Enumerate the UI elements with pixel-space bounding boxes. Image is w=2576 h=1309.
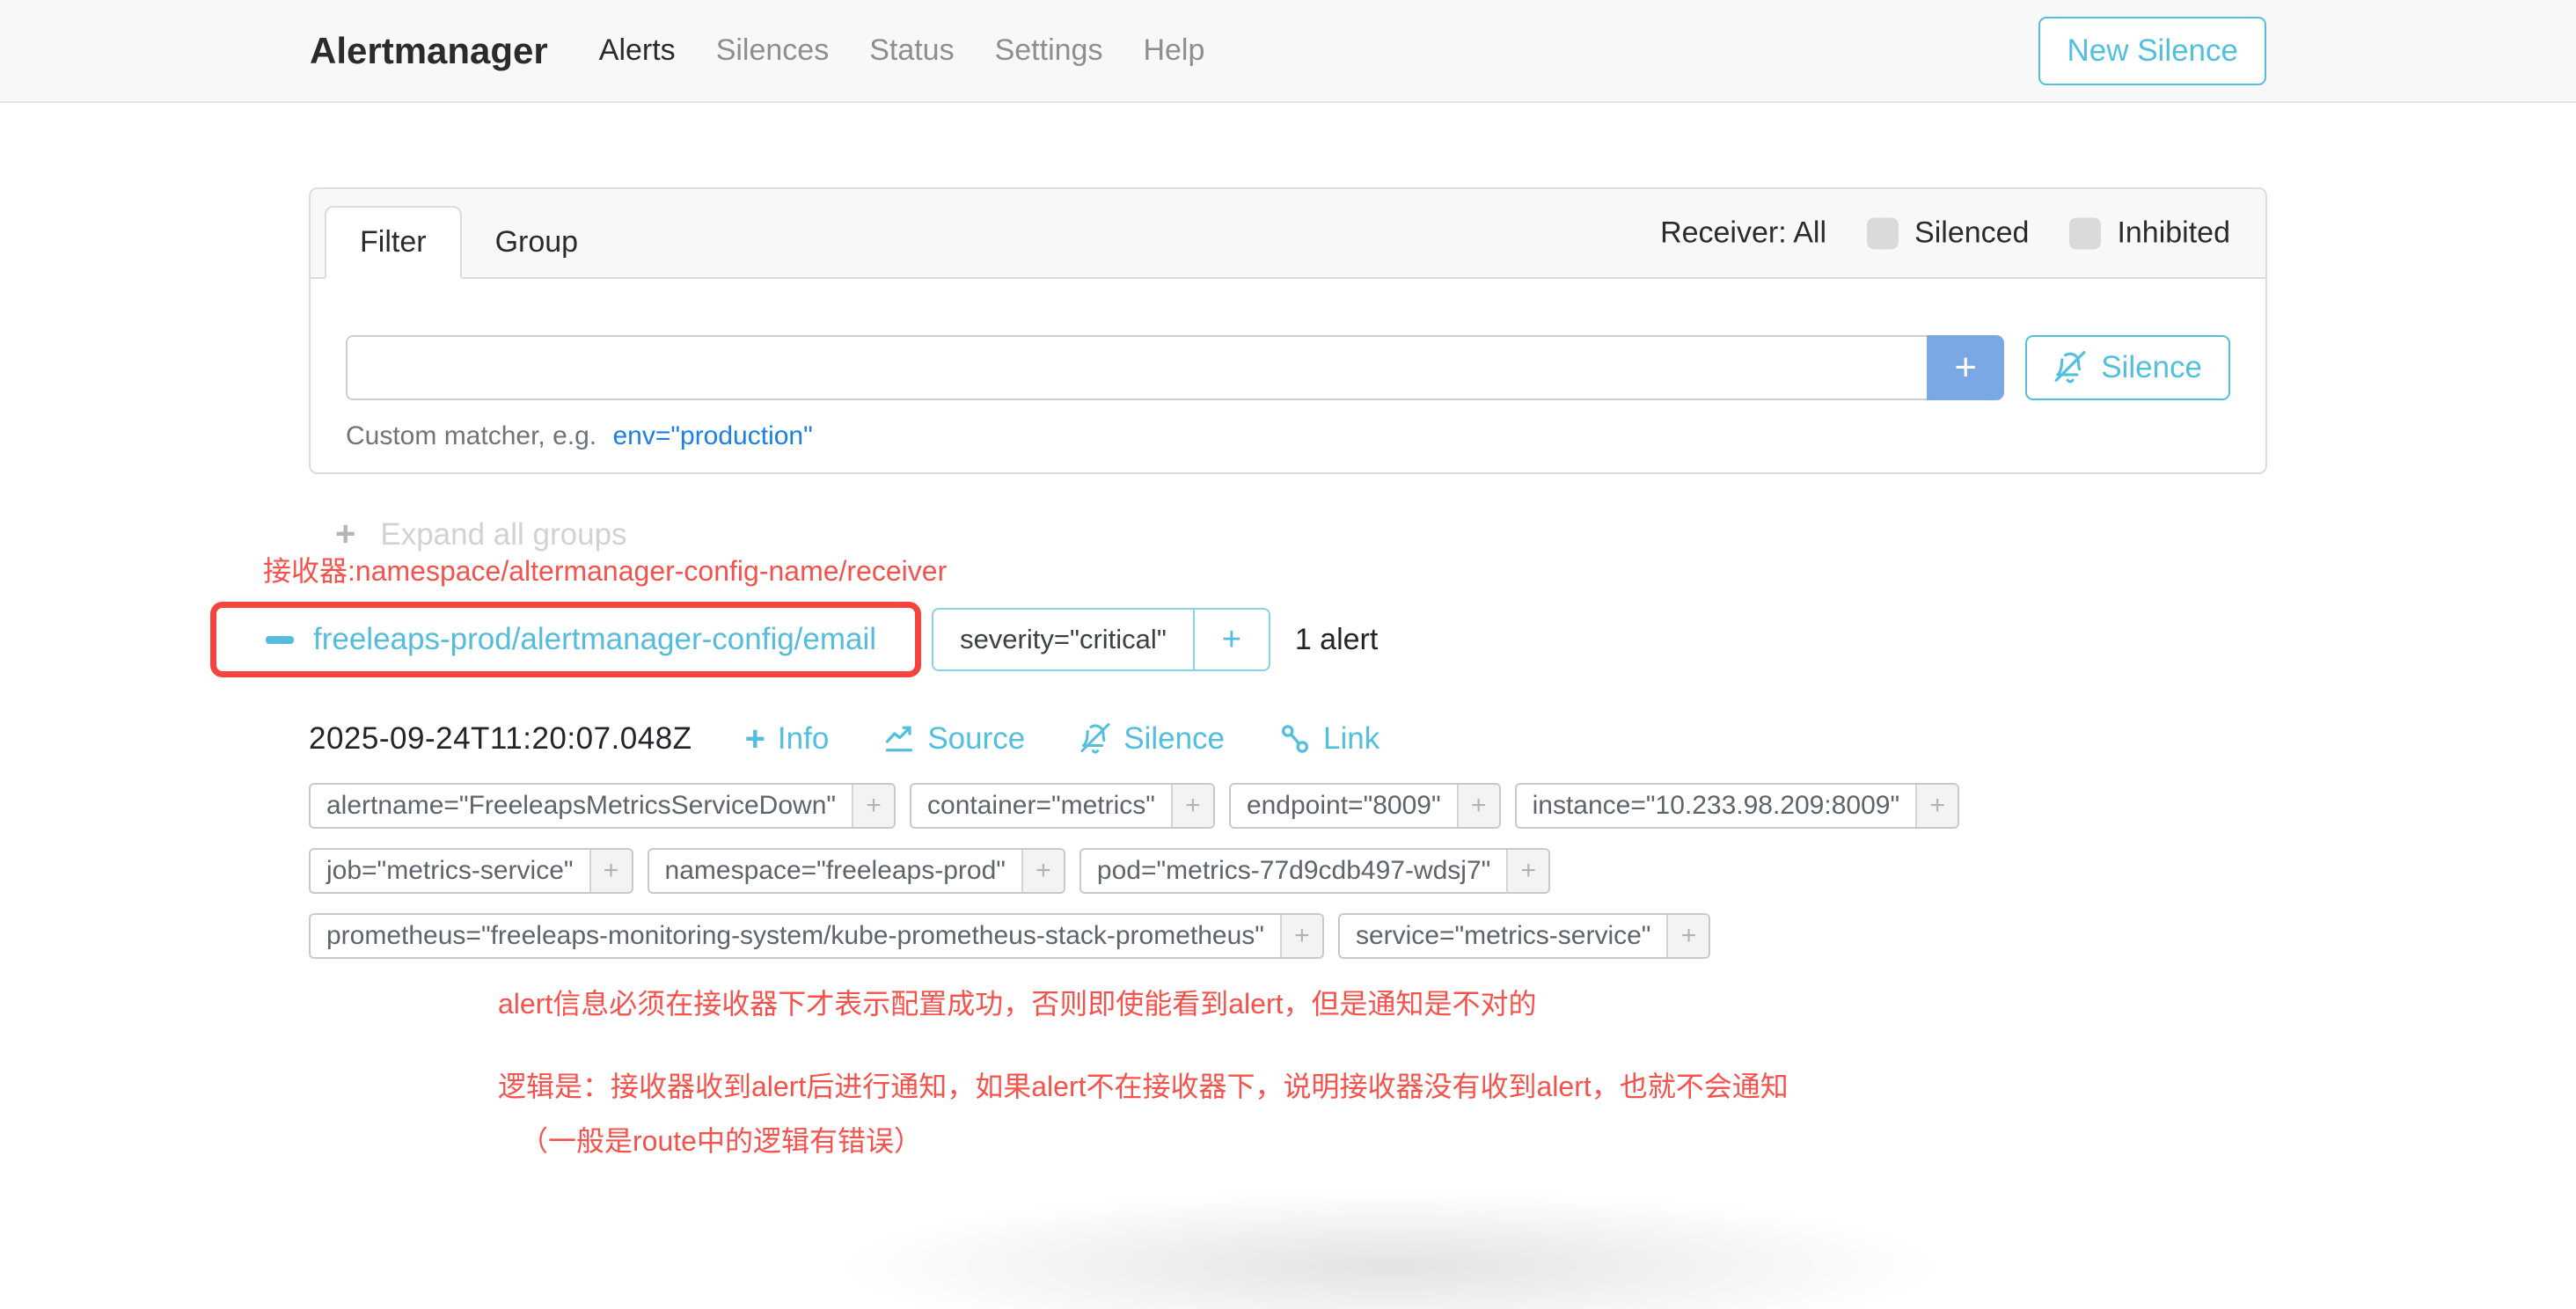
matcher-input-row: + Silence	[346, 335, 2230, 400]
label-chip: namespace="freeleaps-prod"+	[648, 848, 1065, 894]
bell-slash-icon	[1079, 723, 1111, 755]
tab-group[interactable]: Group	[462, 208, 612, 277]
label-chip: service="metrics-service"+	[1338, 913, 1711, 959]
group-matcher-add-button[interactable]: +	[1193, 610, 1269, 669]
label-row: job="metrics-service"+namespace="freelea…	[309, 848, 2267, 894]
main-content: FilterGroup Receiver: All Silenced Inhibi…	[309, 187, 2267, 1159]
helper-text: Custom matcher, e.g.	[346, 421, 596, 450]
checkbox-inhibited[interactable]	[2069, 217, 2101, 249]
alert-action-silence[interactable]: Silence	[1079, 721, 1225, 757]
label-chip: job="metrics-service"+	[309, 848, 633, 894]
filter-card: FilterGroup Receiver: All Silenced Inhibi…	[309, 187, 2267, 474]
annotation-line-2: 逻辑是：接收器收到alert后进行通知，如果alert不在接收器下，说明接收器没…	[498, 1064, 2267, 1105]
label-row: prometheus="freeleaps-monitoring-system/…	[309, 913, 2267, 959]
label-row: alertname="FreeleapsMetricsServiceDown"+…	[309, 783, 2267, 829]
alert-action-source[interactable]: Source	[883, 721, 1025, 757]
filter-options: Receiver: All Silenced Inhibited	[1660, 216, 2230, 251]
silence-button-label: Silence	[2101, 350, 2202, 385]
receiver-filter[interactable]: Receiver: All	[1660, 216, 1826, 251]
annotation-receiver-note: 接收器:namespace/altermanager-config-name/r…	[263, 549, 2267, 589]
alert-header: 2025-09-24T11:20:07.048Z + Info Source Sile…	[309, 721, 2267, 757]
label-chip: prometheus="freeleaps-monitoring-system/…	[309, 913, 1324, 959]
app-brand[interactable]: Alertmanager	[310, 30, 548, 72]
label-chip-add-button[interactable]: +	[1666, 915, 1709, 957]
bell-slash-icon	[2053, 351, 2087, 384]
new-silence-button[interactable]: New Silence	[2038, 17, 2266, 85]
alert-action-info[interactable]: + Info	[745, 721, 830, 757]
alert-group-row: freeleaps-prod/alertmanager-config/email…	[210, 602, 2267, 677]
add-matcher-button[interactable]: +	[1927, 335, 2004, 400]
label-chip-add-button[interactable]: +	[1915, 785, 1958, 827]
annotation-line-3: （一般是route中的逻辑有错误）	[520, 1119, 2267, 1159]
plus-icon: +	[745, 721, 765, 757]
group-receiver-button[interactable]: freeleaps-prod/alertmanager-config/email	[216, 608, 915, 671]
nav-status[interactable]: Status	[869, 33, 954, 68]
tab-filter[interactable]: Filter	[325, 206, 462, 279]
silence-button[interactable]: Silence	[2025, 335, 2230, 400]
action-label: Silence	[1123, 721, 1225, 757]
checkbox-row-inhibited: Inhibited	[2069, 216, 2230, 251]
label-chip-add-button[interactable]: +	[1171, 785, 1213, 827]
label-chip-text: service="metrics-service"	[1340, 915, 1667, 957]
matcher-input[interactable]	[346, 335, 1927, 400]
label-chip-text: pod="metrics-77d9cdb497-wdsj7"	[1081, 850, 1506, 892]
label-chip: endpoint="8009"+	[1229, 783, 1501, 829]
label-chip-text: prometheus="freeleaps-monitoring-system/…	[311, 915, 1280, 957]
alert-detail: 2025-09-24T11:20:07.048Z + Info Source Sile…	[309, 721, 2267, 1159]
checkbox-label: Silenced	[1914, 216, 2029, 251]
nav-settings[interactable]: Settings	[995, 33, 1103, 68]
label-chip-add-button[interactable]: +	[852, 785, 894, 827]
annotation-highlight-box: freeleaps-prod/alertmanager-config/email	[210, 602, 921, 677]
matcher-example-link[interactable]: env="production"	[612, 421, 812, 450]
label-chip: alertname="FreeleapsMetricsServiceDown"+	[309, 783, 896, 829]
nav-help[interactable]: Help	[1143, 33, 1204, 68]
action-label: Source	[927, 721, 1025, 757]
matcher-helper: Custom matcher, e.g. env="production"	[346, 421, 2230, 451]
group-receiver-label: freeleaps-prod/alertmanager-config/email	[313, 622, 876, 657]
alert-actions: + Info Source Silence Link	[745, 721, 1380, 757]
label-chip-add-button[interactable]: +	[1457, 785, 1499, 827]
label-chip-add-button[interactable]: +	[1506, 850, 1548, 892]
alert-timestamp: 2025-09-24T11:20:07.048Z	[309, 721, 692, 757]
checkbox-label: Inhibited	[2117, 216, 2230, 251]
label-chip-text: instance="10.233.98.209:8009"	[1517, 785, 1915, 827]
label-chip-text: container="metrics"	[911, 785, 1171, 827]
nav-alerts[interactable]: Alerts	[599, 33, 676, 68]
label-chip-add-button[interactable]: +	[1021, 850, 1064, 892]
label-chip-add-button[interactable]: +	[589, 850, 632, 892]
collapse-minus-icon	[266, 636, 294, 644]
group-matcher-label: severity="critical"	[933, 610, 1193, 669]
label-chip: container="metrics"+	[910, 783, 1215, 829]
chart-icon	[883, 723, 915, 755]
nav-items: Alerts Silences Status Settings Help	[599, 33, 1246, 68]
alert-count: 1 alert	[1295, 623, 1379, 657]
group-matcher-chip: severity="critical" +	[932, 608, 1270, 671]
expand-all-groups-label: Expand all groups	[380, 517, 626, 552]
action-label: Info	[778, 721, 829, 757]
checkbox-silenced[interactable]	[1867, 217, 1899, 249]
label-chip: instance="10.233.98.209:8009"+	[1515, 783, 1959, 829]
alert-labels: alertname="FreeleapsMetricsServiceDown"+…	[309, 783, 2267, 959]
label-chip-text: namespace="freeleaps-prod"	[649, 850, 1021, 892]
annotation-line-1: alert信息必须在接收器下才表示配置成功，否则即使能看到alert，但是通知是…	[498, 982, 2267, 1022]
label-chip-text: job="metrics-service"	[311, 850, 589, 892]
label-chip-text: alertname="FreeleapsMetricsServiceDown"	[311, 785, 852, 827]
label-chip-add-button[interactable]: +	[1280, 915, 1322, 957]
filter-card-body: + Silence Custom matcher, e.g. env="prod…	[311, 279, 2265, 472]
top-navbar: Alertmanager Alerts Silences Status Setting…	[0, 0, 2576, 103]
checkbox-row-silenced: Silenced	[1867, 216, 2029, 251]
link-icon	[1279, 723, 1311, 755]
alert-action-link[interactable]: Link	[1279, 721, 1379, 757]
state-checkboxes: Silenced Inhibited	[1867, 216, 2230, 251]
action-label: Link	[1323, 721, 1379, 757]
nav-silences[interactable]: Silences	[716, 33, 830, 68]
label-chip: pod="metrics-77d9cdb497-wdsj7"+	[1079, 848, 1550, 894]
label-chip-text: endpoint="8009"	[1231, 785, 1457, 827]
filter-tabs: FilterGroup	[325, 206, 611, 277]
filter-card-header: FilterGroup Receiver: All Silenced Inhibi…	[311, 189, 2265, 279]
